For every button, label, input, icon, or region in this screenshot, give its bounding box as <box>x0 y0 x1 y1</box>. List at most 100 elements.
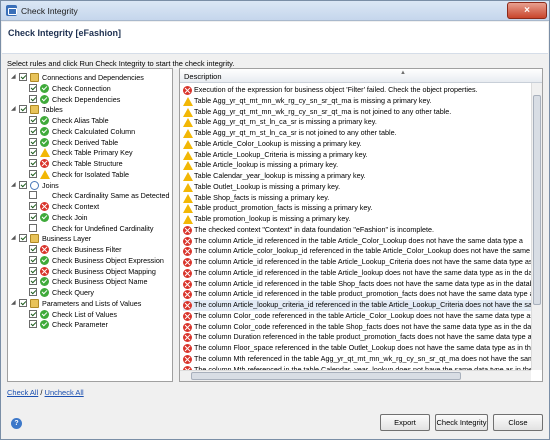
horizontal-scroll-thumb[interactable] <box>191 372 461 380</box>
tree-group-node[interactable]: ◢ Parameters and Lists of Values <box>8 298 172 309</box>
result-row[interactable]: The column Floor_space referenced in the… <box>183 343 531 354</box>
result-row[interactable]: The column Duration referenced in the ta… <box>183 332 531 343</box>
tree-rule-node[interactable]: Check Business Object Mapping <box>8 266 172 277</box>
tree-rule-node[interactable]: Check Cardinality Same as Detected <box>8 190 172 201</box>
rule-checkbox[interactable] <box>29 83 37 92</box>
rule-checkbox[interactable] <box>19 180 27 189</box>
rule-checkbox[interactable] <box>29 137 37 146</box>
rule-checkbox[interactable] <box>29 169 37 178</box>
tree-rule-node[interactable]: Check Derived Table <box>8 137 172 148</box>
result-row[interactable]: Table Agg_yr_qt_mt_mn_wk_rg_cy_sn_sr_qt_… <box>183 96 531 107</box>
result-row[interactable]: The column Color_code referenced in the … <box>183 322 531 333</box>
rule-checkbox[interactable] <box>29 223 37 232</box>
rule-checkbox[interactable] <box>29 255 37 264</box>
tree-rule-node[interactable]: Check Query <box>8 287 172 298</box>
result-row[interactable]: The column Article_color_lookup_id refer… <box>183 246 531 257</box>
check-all-link[interactable]: Check All <box>7 388 38 397</box>
result-row[interactable]: The column Mth referenced in the table A… <box>183 354 531 365</box>
rule-checkbox[interactable] <box>29 245 37 253</box>
tree-rule-node[interactable]: Check Context <box>8 201 172 212</box>
folder-icon <box>30 73 39 82</box>
error-icon <box>183 247 192 257</box>
rules-tree[interactable]: ◢ Connections and Dependencies Check Conne… <box>7 68 173 382</box>
rule-checkbox[interactable] <box>29 277 37 286</box>
tree-rule-node[interactable]: Check Alias Table <box>8 115 172 126</box>
tree-group-node[interactable]: ◢ Tables <box>8 104 172 115</box>
tree-rule-node[interactable]: Check Business Object Expression <box>8 255 172 266</box>
window-close-button[interactable]: × <box>507 2 547 19</box>
tree-rule-node[interactable]: Check Calculated Column <box>8 126 172 137</box>
result-row[interactable]: Table Agg_yr_qt_mt_mn_wk_rg_cy_sn_sr_qt_… <box>183 107 531 118</box>
result-row[interactable]: Table product_promotion_facts is missing… <box>183 203 531 214</box>
rule-checkbox[interactable] <box>19 298 27 307</box>
rule-checkbox[interactable] <box>29 202 37 210</box>
tree-group-node[interactable]: ◢ Connections and Dependencies <box>8 72 172 83</box>
rule-checkbox[interactable] <box>19 73 27 81</box>
vertical-scroll-thumb[interactable] <box>533 95 541 305</box>
result-row[interactable]: Table Shop_facts is missing a primary ke… <box>183 193 531 204</box>
rule-checkbox[interactable] <box>29 126 37 135</box>
result-row[interactable]: Table Article_lookup is missing a primar… <box>183 160 531 171</box>
rule-checkbox[interactable] <box>29 94 37 103</box>
check-integrity-button[interactable]: Check Integrity <box>435 414 488 431</box>
rule-checkbox[interactable] <box>29 266 37 275</box>
expand-arrow-icon[interactable]: ◢ <box>11 298 16 309</box>
tree-rule-node[interactable]: Check Business Object Name <box>8 276 172 287</box>
result-row[interactable]: The column Article_id referenced in the … <box>183 279 531 290</box>
instruction-text: Select rules and click Run Check Integri… <box>7 59 235 68</box>
rule-checkbox[interactable] <box>19 105 27 114</box>
tree-rule-node[interactable]: Check List of Values <box>8 309 172 320</box>
result-row[interactable]: Table Outlet_Lookup is missing a primary… <box>183 182 531 193</box>
expand-arrow-icon[interactable]: ◢ <box>11 104 16 115</box>
result-row[interactable]: The column Article_lookup_criteria_id re… <box>183 300 531 311</box>
rule-checkbox[interactable] <box>29 309 37 318</box>
close-button[interactable]: Close <box>493 414 543 431</box>
rule-checkbox[interactable] <box>29 116 37 124</box>
result-row[interactable]: The column Article_id referenced in the … <box>183 236 531 247</box>
tree-rule-node[interactable]: Check Table Structure <box>8 158 172 169</box>
result-row[interactable]: The column Article_id referenced in the … <box>183 289 531 300</box>
tree-rule-node[interactable]: Check Parameter <box>8 319 172 330</box>
help-icon[interactable]: ? <box>11 418 22 429</box>
results-list[interactable]: Description ▲ Execution of the expressio… <box>179 68 543 382</box>
result-row[interactable]: Table Article_Lookup_Criteria is missing… <box>183 150 531 161</box>
tree-node-label: Check Connection <box>52 83 111 93</box>
rule-checkbox[interactable] <box>19 234 27 243</box>
tree-rule-node[interactable]: Check Business Filter <box>8 244 172 255</box>
result-row[interactable]: The column Color_code referenced in the … <box>183 311 531 322</box>
expand-arrow-icon[interactable]: ◢ <box>11 233 16 244</box>
tree-rule-node[interactable]: Check for Undefined Cardinality <box>8 223 172 234</box>
rule-checkbox[interactable] <box>29 212 37 221</box>
expand-arrow-icon[interactable]: ◢ <box>11 72 16 83</box>
horizontal-scrollbar[interactable] <box>180 370 531 381</box>
rule-checkbox[interactable] <box>29 191 37 200</box>
result-row[interactable]: Table Calendar_year_lookup is missing a … <box>183 171 531 182</box>
uncheck-all-link[interactable]: Uncheck All <box>45 388 84 397</box>
tree-rule-node[interactable]: Check Table Primary Key <box>8 147 172 158</box>
description-column-header[interactable]: Description ▲ <box>180 69 542 83</box>
result-text: The column Color_code referenced in the … <box>194 321 531 331</box>
result-row[interactable]: Table Article_Color_Lookup is missing a … <box>183 139 531 150</box>
tree-rule-node[interactable]: Check for Isolated Table <box>8 169 172 180</box>
result-text: Table Agg_yr_qt_mt_mn_wk_rg_cy_sn_sr_qt_… <box>194 95 432 105</box>
rule-checkbox[interactable] <box>29 159 37 167</box>
rule-checkbox[interactable] <box>29 288 37 296</box>
warning-icon <box>183 215 193 224</box>
result-row[interactable]: The column Article_id referenced in the … <box>183 268 531 279</box>
tree-rule-node[interactable]: Check Connection <box>8 83 172 94</box>
result-row[interactable]: Execution of the expression for business… <box>183 85 531 96</box>
result-row[interactable]: The column Article_id referenced in the … <box>183 257 531 268</box>
tree-group-node[interactable]: ◢ Joins <box>8 180 172 191</box>
export-button[interactable]: Export <box>380 414 430 431</box>
rule-checkbox[interactable] <box>29 148 37 157</box>
tree-group-node[interactable]: ◢ Business Layer <box>8 233 172 244</box>
vertical-scrollbar[interactable] <box>531 83 542 370</box>
result-row[interactable]: Table promotion_lookup is missing a prim… <box>183 214 531 225</box>
tree-rule-node[interactable]: Check Dependencies <box>8 94 172 105</box>
tree-rule-node[interactable]: Check Join <box>8 212 172 223</box>
result-row[interactable]: Table Agg_yr_qt_rn_st_ln_ca_sr is not jo… <box>183 128 531 139</box>
result-row[interactable]: The checked context "Context" in data fo… <box>183 225 531 236</box>
rule-checkbox[interactable] <box>29 320 37 329</box>
expand-arrow-icon[interactable]: ◢ <box>11 180 16 191</box>
result-row[interactable]: Table Agg_yr_qt_rn_st_ln_ca_sr is missin… <box>183 117 531 128</box>
